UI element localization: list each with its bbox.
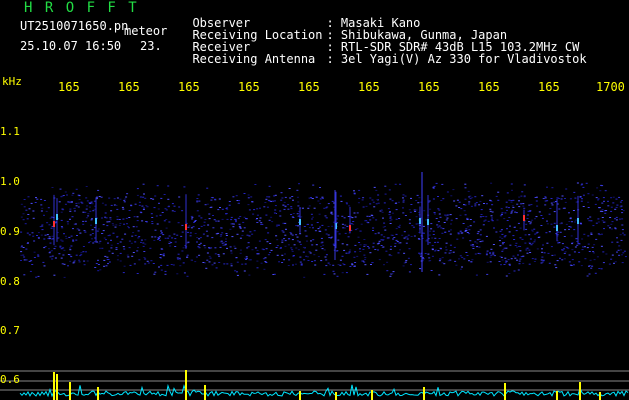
y-axis-unit: kHz bbox=[2, 75, 22, 88]
x-tick-label: 165 bbox=[538, 80, 560, 94]
x-tick-label: 165 bbox=[118, 80, 140, 94]
spectrogram-noise bbox=[20, 182, 627, 278]
x-tick-label: 165 bbox=[58, 80, 80, 94]
y-tick-label: 0.9 bbox=[0, 225, 20, 238]
x-tick-label: 165 bbox=[418, 80, 440, 94]
y-tick-label: 0.6 bbox=[0, 373, 20, 386]
y-tick-label: 0.8 bbox=[0, 275, 20, 288]
x-tick-label: 1700 bbox=[596, 80, 625, 94]
x-tick-label: 165 bbox=[358, 80, 380, 94]
y-tick-label: 0.7 bbox=[0, 324, 20, 337]
x-tick-label: 165 bbox=[178, 80, 200, 94]
signal-peaks bbox=[53, 370, 601, 400]
y-tick-label: 1.0 bbox=[0, 175, 20, 188]
spectrogram-plot bbox=[0, 172, 629, 400]
x-tick-label: 165 bbox=[298, 80, 320, 94]
x-tick-label: 165 bbox=[238, 80, 260, 94]
y-tick-label: 1.1 bbox=[0, 125, 20, 138]
meteor-echoes bbox=[53, 172, 579, 272]
x-tick-label: 165 bbox=[478, 80, 500, 94]
